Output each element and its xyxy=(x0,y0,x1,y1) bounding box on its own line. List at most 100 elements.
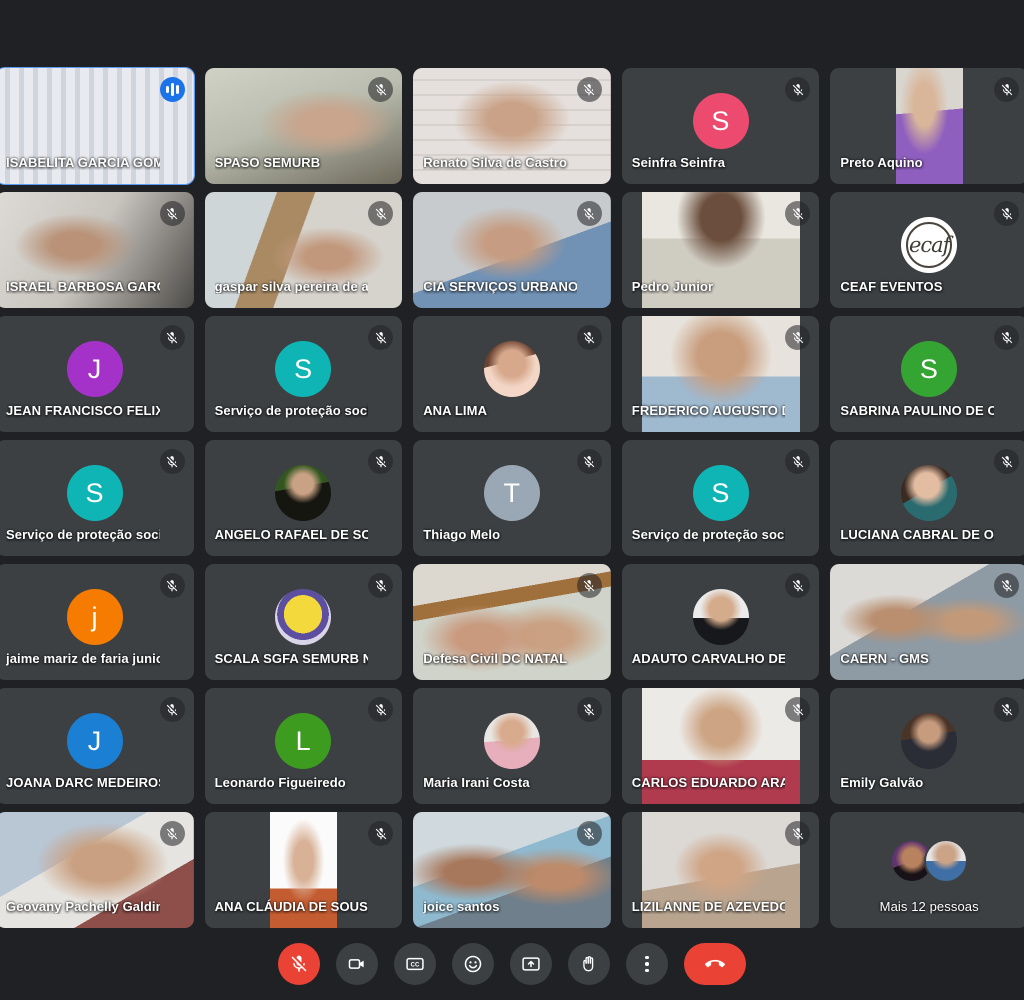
mic-off-icon xyxy=(576,325,602,350)
mic-off-icon xyxy=(785,325,811,350)
participant-name-label: Preto Aquino xyxy=(840,155,923,170)
participant-tile[interactable]: ecaf CEAF EVENTOS xyxy=(830,192,1024,308)
participant-name-label: SABRINA PAULINO DE O... xyxy=(840,403,994,418)
organization-logo: ecaf xyxy=(901,217,958,274)
participant-name-label: FREDERICO AUGUSTO D... xyxy=(631,403,786,418)
participant-name-label: Mais 12 pessoas xyxy=(879,899,979,914)
participant-avatar: J xyxy=(66,713,123,770)
participant-tile[interactable]: CARLOS EDUARDO ARA... xyxy=(621,688,820,804)
participant-tile[interactable]: Emily Galvão xyxy=(830,688,1024,804)
present-button[interactable] xyxy=(510,943,552,985)
participant-tile[interactable]: ANGELO RAFAEL DE SO... xyxy=(204,440,403,556)
participant-tile[interactable]: CIA SERVIÇOS URBANOS xyxy=(413,192,611,308)
mic-off-icon xyxy=(785,573,811,598)
participant-tile[interactable]: ANA CLÁUDIA DE SOUS... xyxy=(204,812,403,928)
participant-tile[interactable]: Defesa Civil DC NATAL xyxy=(413,564,611,680)
participant-avatar-photo xyxy=(692,589,749,646)
participant-tile[interactable]: Mais 12 pessoas xyxy=(830,812,1024,928)
participant-avatar: S xyxy=(275,341,332,398)
participant-avatar: S xyxy=(66,465,123,522)
participant-tile[interactable]: LUCIANA CABRAL DE OL... xyxy=(830,440,1024,556)
participant-tile[interactable]: S SABRINA PAULINO DE O... xyxy=(830,316,1024,432)
raised-hand-icon xyxy=(583,956,594,972)
mic-off-icon xyxy=(291,955,307,972)
audio-level-icon xyxy=(159,77,185,102)
participant-tile[interactable]: CAERN - GMS xyxy=(830,564,1024,680)
participant-tile[interactable]: LIZILANNE DE AZEVEDO ... xyxy=(621,812,820,928)
participant-name-label: CAERN - GMS xyxy=(840,651,929,666)
present-screen-icon xyxy=(522,957,540,971)
mic-off-icon xyxy=(785,821,811,846)
participant-name-label: Renato Silva de Castro xyxy=(423,155,567,170)
mic-off-icon xyxy=(576,697,602,722)
participant-tile[interactable]: S Serviço de proteção soci... xyxy=(0,440,194,556)
phone-hangup-icon xyxy=(705,959,725,968)
participant-avatar-photo xyxy=(901,465,958,522)
participant-tile[interactable]: FREDERICO AUGUSTO D... xyxy=(621,316,820,432)
mic-off-icon xyxy=(785,449,811,474)
participant-avatar-photo xyxy=(901,713,958,770)
participant-tile[interactable]: Renato Silva de Castro xyxy=(413,68,611,184)
mic-off-icon xyxy=(368,325,394,350)
mic-off-icon xyxy=(994,325,1019,350)
participant-tile[interactable]: SCALA SGFA SEMURB N... xyxy=(204,564,403,680)
participant-avatar-photo xyxy=(483,341,540,398)
participant-tile[interactable]: Geovany Pachelly Galdin... xyxy=(0,812,194,928)
organization-crest-icon xyxy=(275,589,332,646)
participant-tile[interactable]: ADAUTO CARVALHO DE ... xyxy=(621,564,820,680)
participant-tile[interactable]: j jaime mariz de faria junior xyxy=(0,564,194,680)
mic-off-icon xyxy=(994,77,1019,102)
participant-tile[interactable]: S Serviço de proteção soci... xyxy=(621,440,820,556)
participant-name-label: LIZILANNE DE AZEVEDO ... xyxy=(631,899,786,914)
mic-off-icon xyxy=(159,449,185,474)
participant-name-label: gaspar silva pereira de a... xyxy=(214,279,369,294)
participant-tile[interactable]: Pedro Junior xyxy=(621,192,820,308)
more-options-button[interactable] xyxy=(626,943,668,985)
raise-hand-button[interactable] xyxy=(568,943,610,985)
microphone-button[interactable] xyxy=(278,943,320,985)
participant-tile[interactable]: ISABELITA GARCIA GOM... xyxy=(0,67,195,185)
mic-off-icon xyxy=(994,201,1019,226)
end-call-button[interactable] xyxy=(684,943,746,985)
participant-name-label: Emily Galvão xyxy=(840,775,924,790)
mic-off-icon xyxy=(994,573,1019,598)
participant-tile[interactable]: J JOANA DARC MEDEIROS xyxy=(0,688,194,804)
participant-tile[interactable]: S Serviço de proteção soci... xyxy=(204,316,403,432)
mic-off-icon xyxy=(576,77,602,102)
mic-off-icon xyxy=(159,697,185,722)
captions-button[interactable]: CC xyxy=(394,943,436,985)
participant-avatar: S xyxy=(901,341,958,398)
emoji-smiley-icon xyxy=(464,955,482,973)
participant-name-label: ANA CLÁUDIA DE SOUS... xyxy=(214,899,369,914)
participant-name-label: Thiago Melo xyxy=(423,527,501,542)
participant-tile[interactable]: ISRAEL BARBOSA GARCIA xyxy=(0,192,194,308)
mic-off-icon xyxy=(785,697,811,722)
participant-avatar: L xyxy=(275,713,332,770)
mic-off-icon xyxy=(159,821,185,846)
participant-name-label: CEAF EVENTOS xyxy=(840,279,943,294)
participant-grid: ISABELITA GARCIA GOM... SPASO SEMURB Renat… xyxy=(0,67,1024,928)
participant-name-label: Seinfra Seinfra xyxy=(631,155,726,170)
participant-tile[interactable]: J JEAN FRANCISCO FELIX ... xyxy=(0,316,194,432)
participant-tile[interactable]: Maria Irani Costa xyxy=(413,688,611,804)
participant-tile[interactable]: joice santos xyxy=(413,812,611,928)
participant-tile[interactable]: L Leonardo Figueiredo xyxy=(204,688,403,804)
participant-name-label: Pedro Junior xyxy=(631,279,714,294)
camera-button[interactable] xyxy=(336,943,378,985)
participant-name-label: Defesa Civil DC NATAL xyxy=(423,651,568,666)
meeting-toolbar: CC xyxy=(0,928,1024,1000)
participant-tile[interactable]: SPASO SEMURB xyxy=(204,68,403,184)
participant-tile[interactable]: ANA LIMA xyxy=(413,316,611,432)
mic-off-icon xyxy=(576,573,602,598)
mic-off-icon xyxy=(159,325,185,350)
mic-off-icon xyxy=(576,201,602,226)
participant-tile[interactable]: T Thiago Melo xyxy=(413,440,611,556)
mic-off-icon xyxy=(994,449,1019,474)
participant-name-label: Leonardo Figueiredo xyxy=(214,775,346,790)
participant-tile[interactable]: S Seinfra Seinfra xyxy=(621,68,820,184)
participant-tile[interactable]: gaspar silva pereira de a... xyxy=(204,192,403,308)
overflow-avatars xyxy=(890,838,969,883)
participant-name-label: LUCIANA CABRAL DE OL... xyxy=(840,527,994,542)
reactions-button[interactable] xyxy=(452,943,494,985)
participant-tile[interactable]: Preto Aquino xyxy=(830,68,1024,184)
